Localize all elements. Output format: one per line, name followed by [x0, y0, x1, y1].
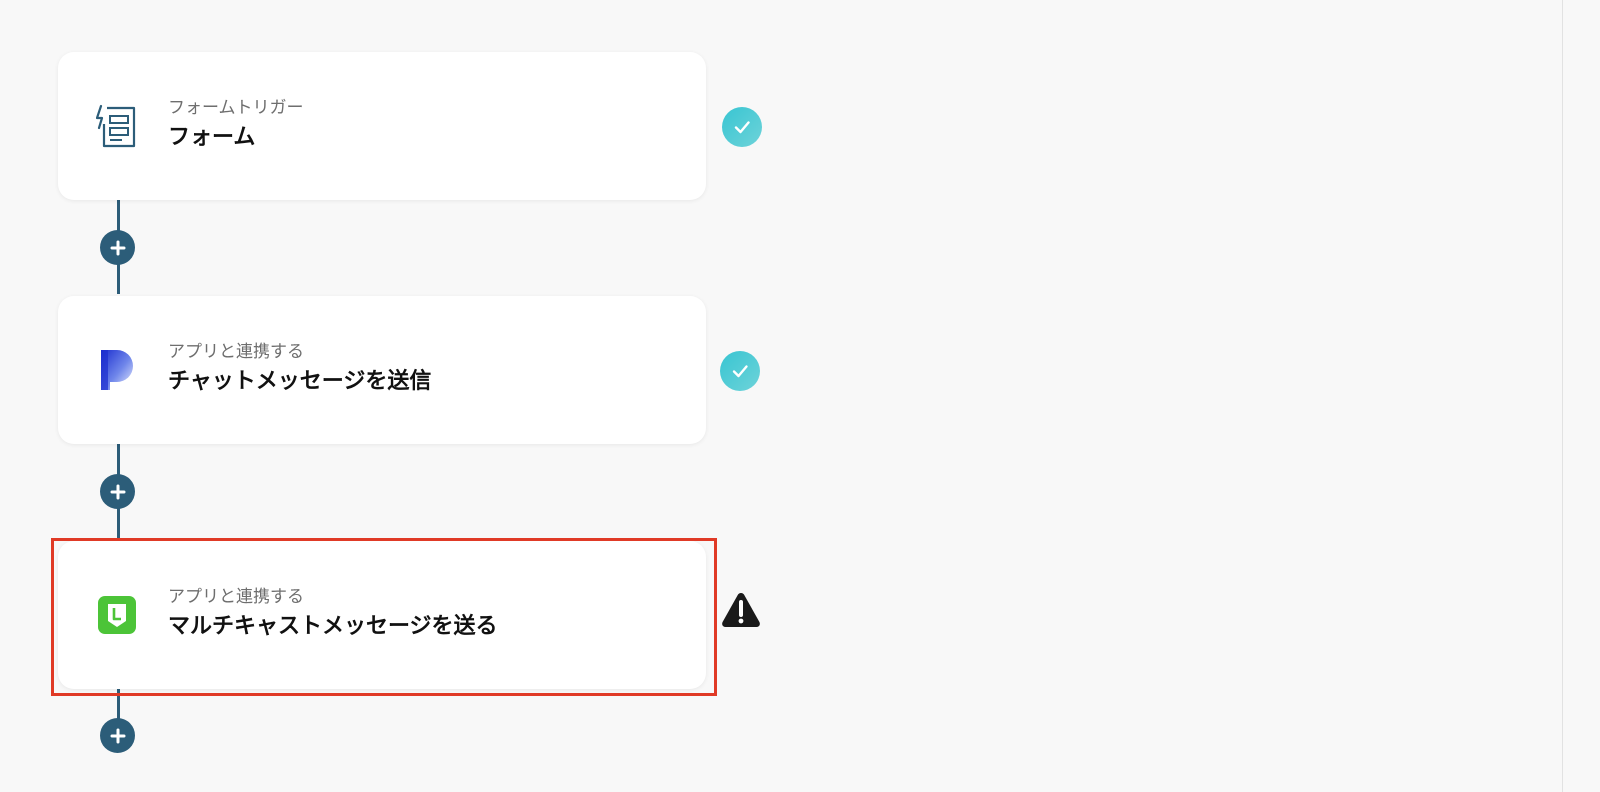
step-title: マルチキャストメッセージを送る — [168, 614, 498, 639]
form-trigger-icon — [96, 102, 138, 150]
add-step-button[interactable] — [100, 230, 135, 265]
step-type-label: フォームトリガー — [168, 98, 304, 118]
chat-app-logo-icon — [96, 346, 138, 394]
flow-step-card-multicast-message[interactable]: アプリと連携する マルチキャストメッセージを送る — [58, 541, 706, 689]
step-complete-check-icon — [722, 107, 762, 147]
add-step-button[interactable] — [100, 718, 135, 753]
step-title: チャットメッセージを送信 — [168, 369, 432, 394]
plus-icon — [110, 240, 125, 255]
line-app-logo-icon — [96, 591, 138, 639]
step-type-label: アプリと連携する — [168, 342, 304, 362]
add-step-button[interactable] — [100, 474, 135, 509]
flow-step-card-form-trigger[interactable]: フォームトリガー フォーム — [58, 52, 706, 200]
flow-step-card-chat-message[interactable]: アプリと連携する チャットメッセージを送信 — [58, 296, 706, 444]
step-type-label: アプリと連携する — [168, 587, 304, 607]
panel-divider — [1562, 0, 1563, 792]
plus-icon — [110, 728, 125, 743]
plus-icon — [110, 484, 125, 499]
step-complete-check-icon — [720, 351, 760, 391]
step-title: フォーム — [168, 125, 256, 150]
warning-icon — [720, 591, 762, 629]
